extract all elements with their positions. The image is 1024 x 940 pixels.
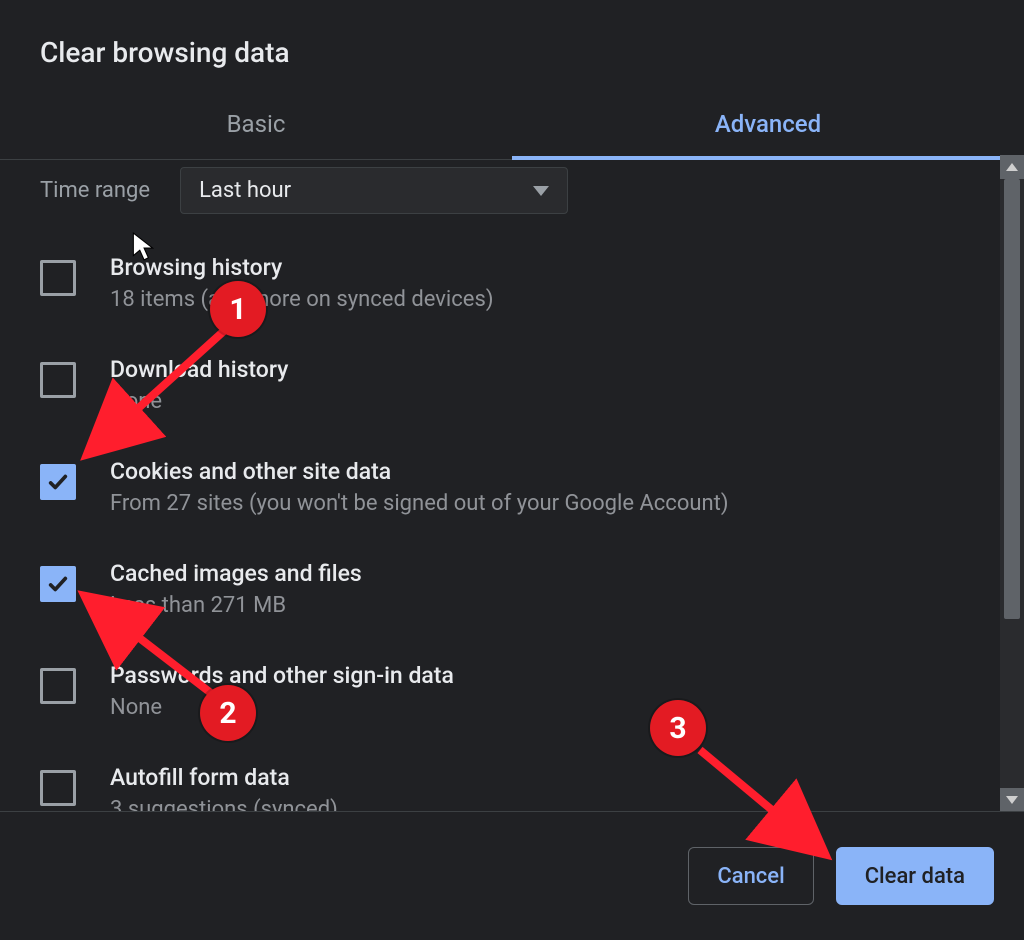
- option-subtitle: From 27 sites (you won't be signed out o…: [110, 491, 729, 516]
- dialog-title: Clear browsing data: [0, 0, 1024, 69]
- option-title: Cached images and files: [110, 560, 362, 587]
- scroll-down-icon[interactable]: [1000, 788, 1024, 812]
- checkbox-browsing-history[interactable]: [40, 260, 76, 296]
- option-cookies: Cookies and other site data From 27 sites…: [40, 436, 960, 538]
- chevron-down-icon: [533, 186, 549, 196]
- option-cache: Cached images and files Less than 271 MB: [40, 538, 960, 640]
- scroll-up-icon[interactable]: [1000, 155, 1024, 179]
- clear-data-button[interactable]: Clear data: [836, 847, 994, 905]
- scrollbar[interactable]: [1000, 155, 1024, 812]
- option-title: Browsing history: [110, 254, 493, 281]
- option-subtitle: None: [110, 389, 288, 414]
- time-range-value: Last hour: [199, 178, 291, 203]
- cancel-button[interactable]: Cancel: [688, 847, 813, 905]
- option-download-history: Download history None: [40, 334, 960, 436]
- options-list: Browsing history 18 items (and more on sy…: [0, 232, 1000, 812]
- option-subtitle: 18 items (and more on synced devices): [110, 287, 493, 312]
- cursor-icon: [132, 232, 154, 262]
- scroll-thumb[interactable]: [1004, 179, 1020, 619]
- option-title: Autofill form data: [110, 764, 338, 791]
- clear-browsing-data-dialog: Clear browsing data Basic Advanced Time …: [0, 0, 1024, 940]
- option-browsing-history: Browsing history 18 items (and more on sy…: [40, 232, 960, 334]
- time-range-label: Time range: [40, 178, 150, 203]
- option-subtitle: 3 suggestions (synced): [110, 797, 338, 812]
- option-title: Cookies and other site data: [110, 458, 729, 485]
- option-subtitle: Less than 271 MB: [110, 593, 362, 618]
- checkbox-cache[interactable]: [40, 566, 76, 602]
- dialog-footer: Cancel Clear data: [0, 811, 1024, 940]
- tab-advanced[interactable]: Advanced: [512, 89, 1024, 159]
- time-range-select[interactable]: Last hour: [180, 167, 568, 214]
- checkbox-cookies[interactable]: [40, 464, 76, 500]
- option-passwords: Passwords and other sign-in data None: [40, 640, 960, 742]
- checkbox-download-history[interactable]: [40, 362, 76, 398]
- time-range-row: Time range Last hour: [0, 155, 1000, 232]
- checkbox-passwords[interactable]: [40, 668, 76, 704]
- tab-basic[interactable]: Basic: [0, 89, 512, 159]
- option-autofill: Autofill form data 3 suggestions (synced): [40, 742, 960, 812]
- option-title: Passwords and other sign-in data: [110, 662, 454, 689]
- tabs: Basic Advanced: [0, 89, 1024, 160]
- checkbox-autofill[interactable]: [40, 770, 76, 806]
- option-title: Download history: [110, 356, 288, 383]
- option-subtitle: None: [110, 695, 454, 720]
